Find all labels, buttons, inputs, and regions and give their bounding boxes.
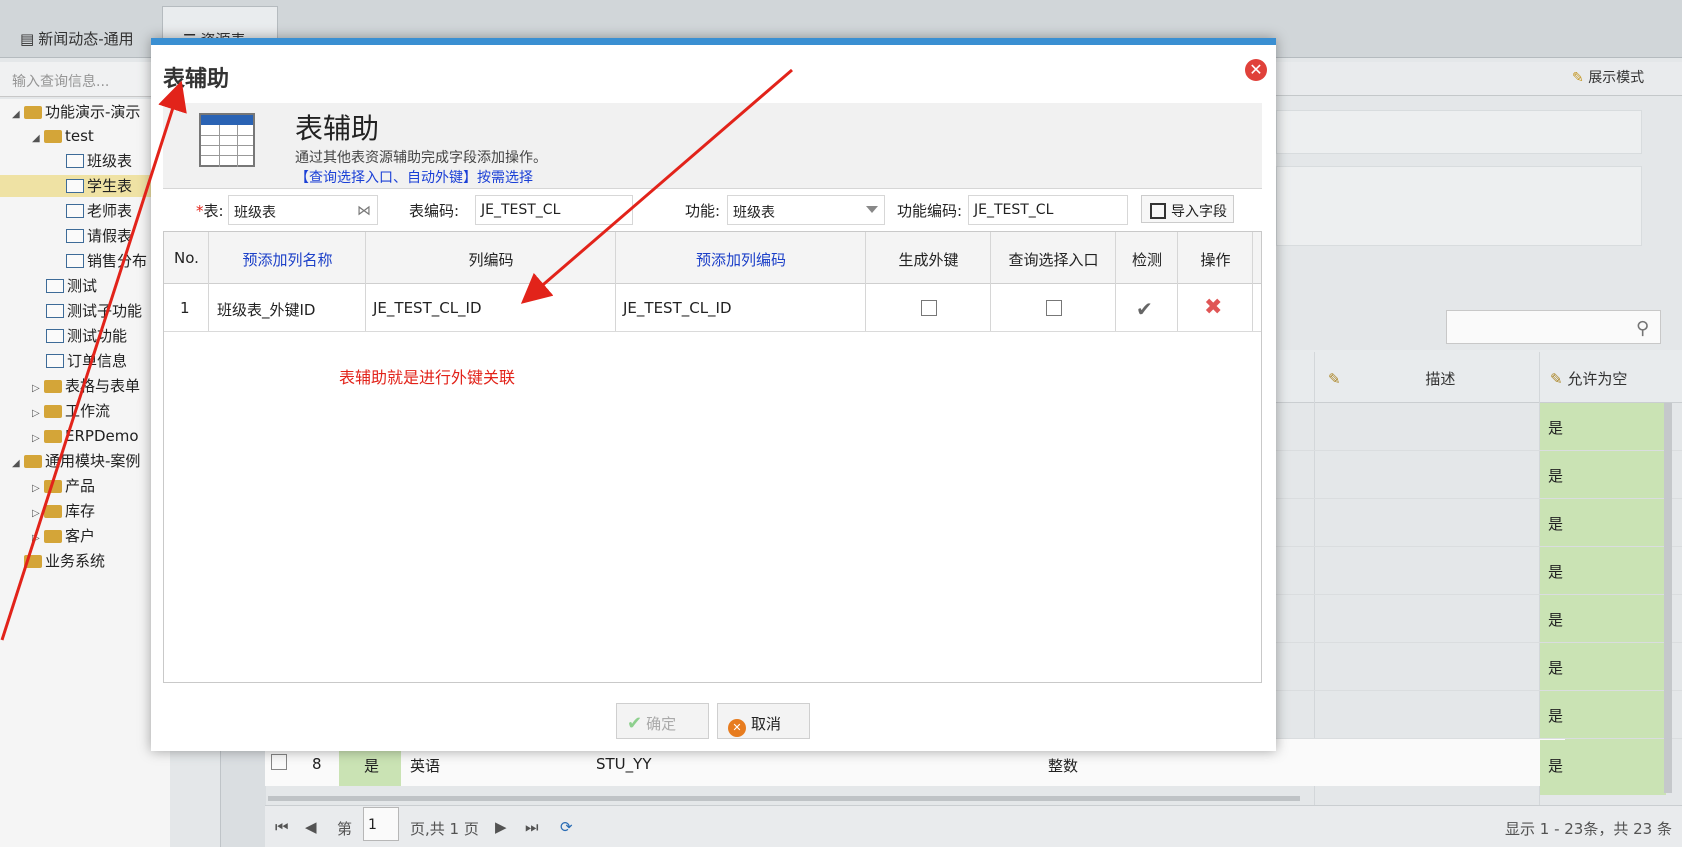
- column-header[interactable]: 预添加列名称: [209, 249, 366, 270]
- table-field[interactable]: 班级表: [228, 195, 378, 225]
- check-icon[interactable]: ✔: [1136, 297, 1153, 321]
- column-header[interactable]: 预添加列编码: [616, 249, 866, 270]
- dialog-title: 表辅助: [163, 67, 230, 92]
- table-code-field[interactable]: JE_TEST_CL: [475, 195, 633, 225]
- delete-icon[interactable]: ✖: [1204, 295, 1222, 320]
- close-icon[interactable]: ✕: [1245, 59, 1267, 81]
- banner-title: 表辅助: [295, 112, 380, 145]
- column-code-cell[interactable]: JE_TEST_CL_ID: [373, 299, 482, 317]
- banner-description: 通过其他表资源辅助完成字段添加操作。: [295, 150, 547, 166]
- import-icon: [1150, 203, 1166, 219]
- row-number: 1: [180, 299, 190, 317]
- function-code-label: 功能编码:: [897, 202, 963, 220]
- check-icon: ✔: [627, 713, 643, 734]
- banner-link[interactable]: 【查询选择入口、自动外键】按需选择: [295, 167, 533, 187]
- field-grid: No. 预添加列名称 列编码 预添加列编码 生成外键 查询选择入口 检测 操作 …: [163, 231, 1262, 683]
- column-header[interactable]: 生成外键: [866, 249, 991, 270]
- dialog-banner: 表辅助 通过其他表资源辅助完成字段添加操作。 【查询选择入口、自动外键】按需选择: [163, 103, 1262, 189]
- column-header[interactable]: No.: [164, 249, 209, 267]
- column-header[interactable]: 操作: [1178, 249, 1253, 270]
- function-label: 功能:: [685, 202, 721, 220]
- table-code-label: 表编码:: [409, 202, 460, 220]
- confirm-button[interactable]: ✔ 确定: [616, 703, 709, 739]
- column-name-cell[interactable]: 班级表_外键ID: [217, 299, 315, 320]
- column-header[interactable]: 检测: [1116, 249, 1178, 270]
- share-icon[interactable]: ⋈: [357, 203, 371, 219]
- column-header[interactable]: 查询选择入口: [991, 249, 1116, 270]
- foreign-key-checkbox[interactable]: [921, 300, 937, 316]
- function-code-field[interactable]: JE_TEST_CL: [968, 195, 1128, 225]
- table-helper-dialog: 表辅助 ✕ 表辅助 通过其他表资源辅助完成字段添加操作。 【查询选择入口、自动外…: [151, 38, 1276, 751]
- table-icon: [199, 113, 255, 167]
- cancel-icon: ✕: [728, 719, 746, 737]
- function-select[interactable]: 班级表: [727, 195, 885, 225]
- cancel-button[interactable]: ✕ 取消: [717, 703, 810, 739]
- pre-code-cell[interactable]: JE_TEST_CL_ID: [623, 299, 732, 317]
- table-row[interactable]: 1 班级表_外键ID JE_TEST_CL_ID JE_TEST_CL_ID ✔…: [164, 284, 1261, 332]
- query-entry-checkbox[interactable]: [1046, 300, 1062, 316]
- import-fields-button[interactable]: 导入字段: [1141, 195, 1234, 223]
- chevron-down-icon[interactable]: [866, 206, 878, 213]
- table-label: *表:: [196, 202, 224, 220]
- annotation-text: 表辅助就是进行外键关联: [339, 368, 516, 387]
- column-header[interactable]: 列编码: [366, 249, 616, 270]
